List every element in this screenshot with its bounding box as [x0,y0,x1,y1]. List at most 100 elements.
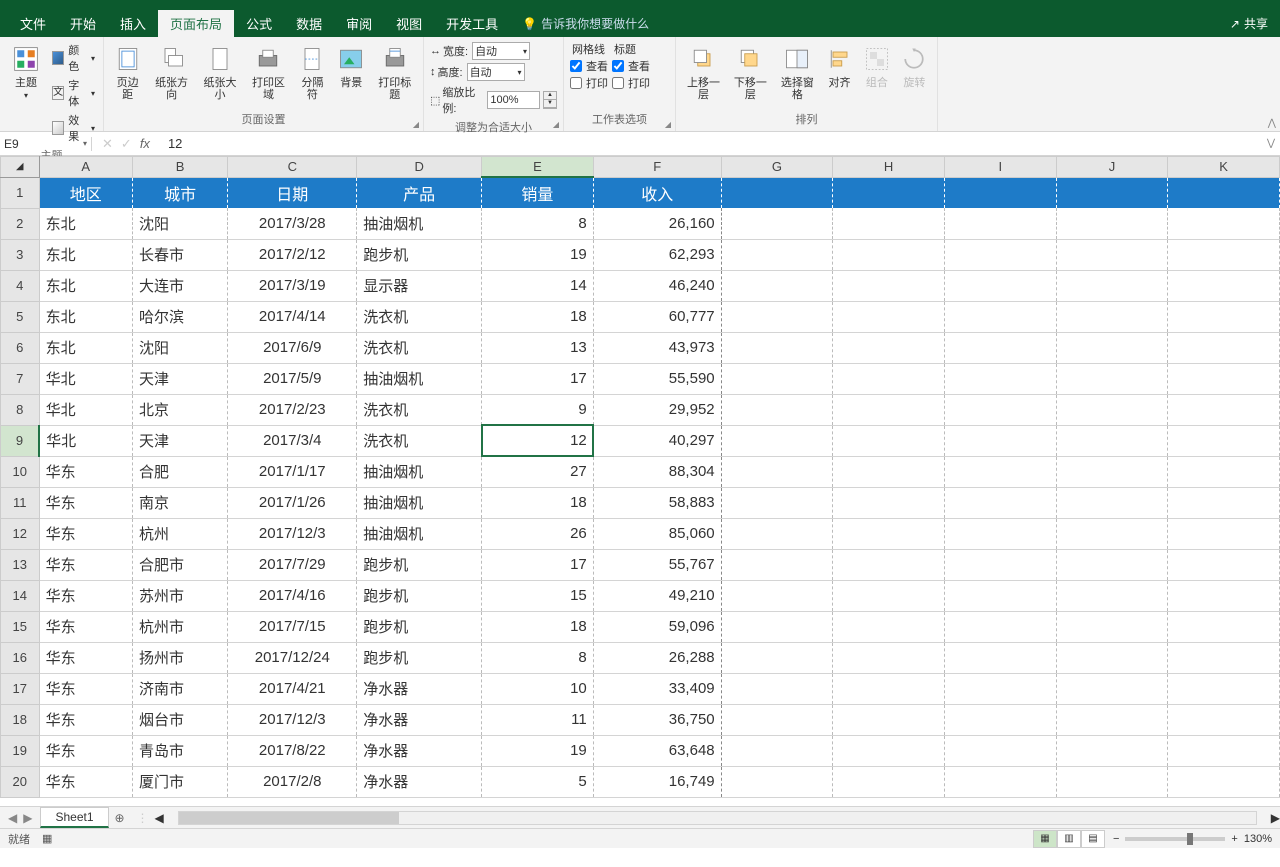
row-header-8[interactable]: 8 [1,394,40,425]
scale-launcher[interactable]: ◢ [553,120,559,129]
bring-forward-button[interactable]: 上移一层 [682,41,725,103]
col-header-A[interactable]: A [39,157,132,178]
cell-D15[interactable]: 跑步机 [357,611,482,642]
cell[interactable] [944,549,1056,580]
cell-E13[interactable]: 17 [482,549,594,580]
cell[interactable] [721,425,833,456]
cell-B4[interactable]: 大连市 [132,270,227,301]
tab-home[interactable]: 开始 [58,10,108,37]
cell-D10[interactable]: 抽油烟机 [357,456,482,487]
tab-data[interactable]: 数据 [284,10,334,37]
cell-C6[interactable]: 2017/6/9 [228,332,357,363]
cell[interactable] [1168,301,1280,332]
cell[interactable] [1056,270,1168,301]
cell[interactable] [1168,487,1280,518]
cell-C9[interactable]: 2017/3/4 [228,425,357,456]
cell[interactable] [944,611,1056,642]
pagesetup-launcher[interactable]: ◢ [413,120,419,129]
cell-C18[interactable]: 2017/12/3 [228,704,357,735]
cell[interactable] [944,518,1056,549]
col-header-K[interactable]: K [1168,157,1280,178]
cell-B13[interactable]: 合肥市 [132,549,227,580]
cell-A5[interactable]: 东北 [39,301,132,332]
row-header-9[interactable]: 9 [1,425,40,456]
cell-A2[interactable]: 东北 [39,208,132,239]
cell[interactable] [721,766,833,797]
group-button[interactable]: 组合 [860,41,893,91]
cell[interactable] [1168,704,1280,735]
cell[interactable] [1056,673,1168,704]
cell-A8[interactable]: 华北 [39,394,132,425]
cell[interactable] [1168,642,1280,673]
cell-C15[interactable]: 2017/7/15 [228,611,357,642]
cell[interactable] [721,642,833,673]
cell-A10[interactable]: 华东 [39,456,132,487]
tab-insert[interactable]: 插入 [108,10,158,37]
cell-D5[interactable]: 洗衣机 [357,301,482,332]
rotate-button[interactable]: 旋转 [898,41,931,91]
cell[interactable] [944,363,1056,394]
cell-F19[interactable]: 63,648 [593,735,721,766]
cell[interactable] [1056,301,1168,332]
cell[interactable] [833,301,945,332]
fx-icon[interactable]: fx [140,136,150,151]
cell-D6[interactable]: 洗衣机 [357,332,482,363]
col-header-G[interactable]: G [721,157,833,178]
cell-B10[interactable]: 合肥 [132,456,227,487]
cell-F20[interactable]: 16,749 [593,766,721,797]
cell[interactable] [833,704,945,735]
cell-D16[interactable]: 跑步机 [357,642,482,673]
cell[interactable] [1056,239,1168,270]
cell-F13[interactable]: 55,767 [593,549,721,580]
cell[interactable] [833,456,945,487]
header-cell[interactable]: 收入 [593,177,721,208]
cell[interactable] [833,332,945,363]
cell[interactable] [1056,363,1168,394]
cell[interactable] [1168,394,1280,425]
cell-C13[interactable]: 2017/7/29 [228,549,357,580]
cell[interactable] [721,394,833,425]
spreadsheet[interactable]: ◢ABCDEFGHIJK1地区城市日期产品销量收入2东北沈阳2017/3/28抽… [0,156,1280,806]
cell-E9[interactable]: 12 [482,425,594,456]
cell[interactable] [721,301,833,332]
tab-developer[interactable]: 开发工具 [434,10,510,37]
cell-B11[interactable]: 南京 [132,487,227,518]
cell-C12[interactable]: 2017/12/3 [228,518,357,549]
macro-record-icon[interactable]: ▦ [42,832,52,845]
cell-A4[interactable]: 东北 [39,270,132,301]
effects-button[interactable]: 效果▾ [50,111,97,145]
cell[interactable] [1056,518,1168,549]
cell-B2[interactable]: 沈阳 [132,208,227,239]
cell-C20[interactable]: 2017/2/8 [228,766,357,797]
size-button[interactable]: 纸张大小 [198,41,242,103]
width-select[interactable]: 自动▾ [472,42,530,60]
cell[interactable] [721,456,833,487]
cell[interactable] [833,766,945,797]
height-select[interactable]: 自动▾ [467,63,525,81]
cell-E4[interactable]: 14 [482,270,594,301]
col-header-F[interactable]: F [593,157,721,178]
cell[interactable] [1168,270,1280,301]
cell[interactable] [1056,487,1168,518]
row-header-15[interactable]: 15 [1,611,40,642]
cell-F17[interactable]: 33,409 [593,673,721,704]
col-header-C[interactable]: C [228,157,357,178]
cell-F10[interactable]: 88,304 [593,456,721,487]
cell-C11[interactable]: 2017/1/26 [228,487,357,518]
row-header-18[interactable]: 18 [1,704,40,735]
cell[interactable] [833,487,945,518]
row-header-5[interactable]: 5 [1,301,40,332]
header-cell[interactable]: 城市 [132,177,227,208]
cell-E14[interactable]: 15 [482,580,594,611]
cell[interactable] [944,580,1056,611]
cell[interactable] [721,177,833,208]
cell-B12[interactable]: 杭州 [132,518,227,549]
cell[interactable] [1168,425,1280,456]
row-header-16[interactable]: 16 [1,642,40,673]
cell[interactable] [721,611,833,642]
formula-input[interactable]: 12 [160,136,1262,151]
cell[interactable] [833,208,945,239]
cell[interactable] [944,704,1056,735]
cell[interactable] [1168,177,1280,208]
header-cell[interactable]: 销量 [482,177,594,208]
